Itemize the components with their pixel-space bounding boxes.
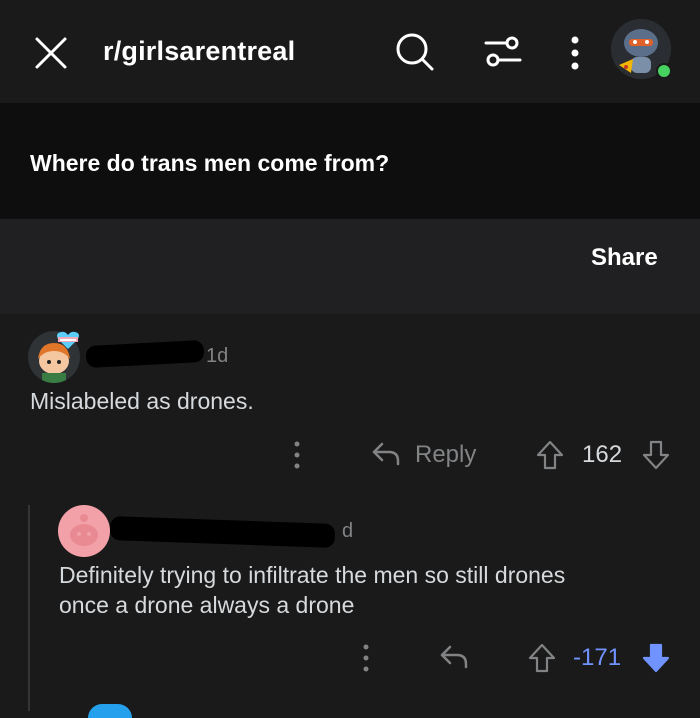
comment-text: Mislabeled as drones. — [30, 388, 254, 414]
search-icon[interactable] — [394, 31, 436, 73]
post-title[interactable]: Where do trans men come from? — [30, 150, 389, 177]
comment-more-icon[interactable] — [292, 440, 302, 470]
upvote-icon[interactable] — [528, 643, 556, 673]
thread-line[interactable] — [28, 505, 30, 711]
reply-avatar[interactable] — [58, 505, 110, 557]
share-button[interactable]: Share — [591, 244, 658, 272]
upvote-icon[interactable] — [536, 440, 564, 470]
downvote-active-icon[interactable] — [642, 643, 670, 673]
reply-icon[interactable] — [371, 441, 401, 467]
vote-score: 162 — [582, 441, 623, 468]
default-snoo-icon — [58, 505, 110, 557]
online-status-dot — [656, 63, 672, 79]
close-icon[interactable] — [34, 36, 68, 70]
vote-score: -171 — [573, 644, 622, 671]
reply-age: d — [342, 520, 354, 542]
reply-icon[interactable] — [439, 644, 469, 670]
more-icon[interactable] — [568, 35, 582, 71]
reply-more-icon[interactable] — [361, 643, 371, 673]
filter-icon[interactable] — [484, 34, 522, 70]
next-comment-avatar[interactable] — [88, 704, 132, 718]
trans-heart-flair-icon — [57, 331, 79, 349]
comment-age: 1d — [206, 345, 229, 367]
reply-text-line-1: Definitely trying to infiltrate the men … — [59, 562, 566, 588]
reply-button[interactable]: Reply — [415, 441, 476, 469]
reply-text-line-2: once a drone always a drone — [59, 592, 355, 618]
downvote-icon[interactable] — [642, 440, 670, 470]
subreddit-title[interactable]: r/girlsarentreal — [103, 36, 295, 67]
